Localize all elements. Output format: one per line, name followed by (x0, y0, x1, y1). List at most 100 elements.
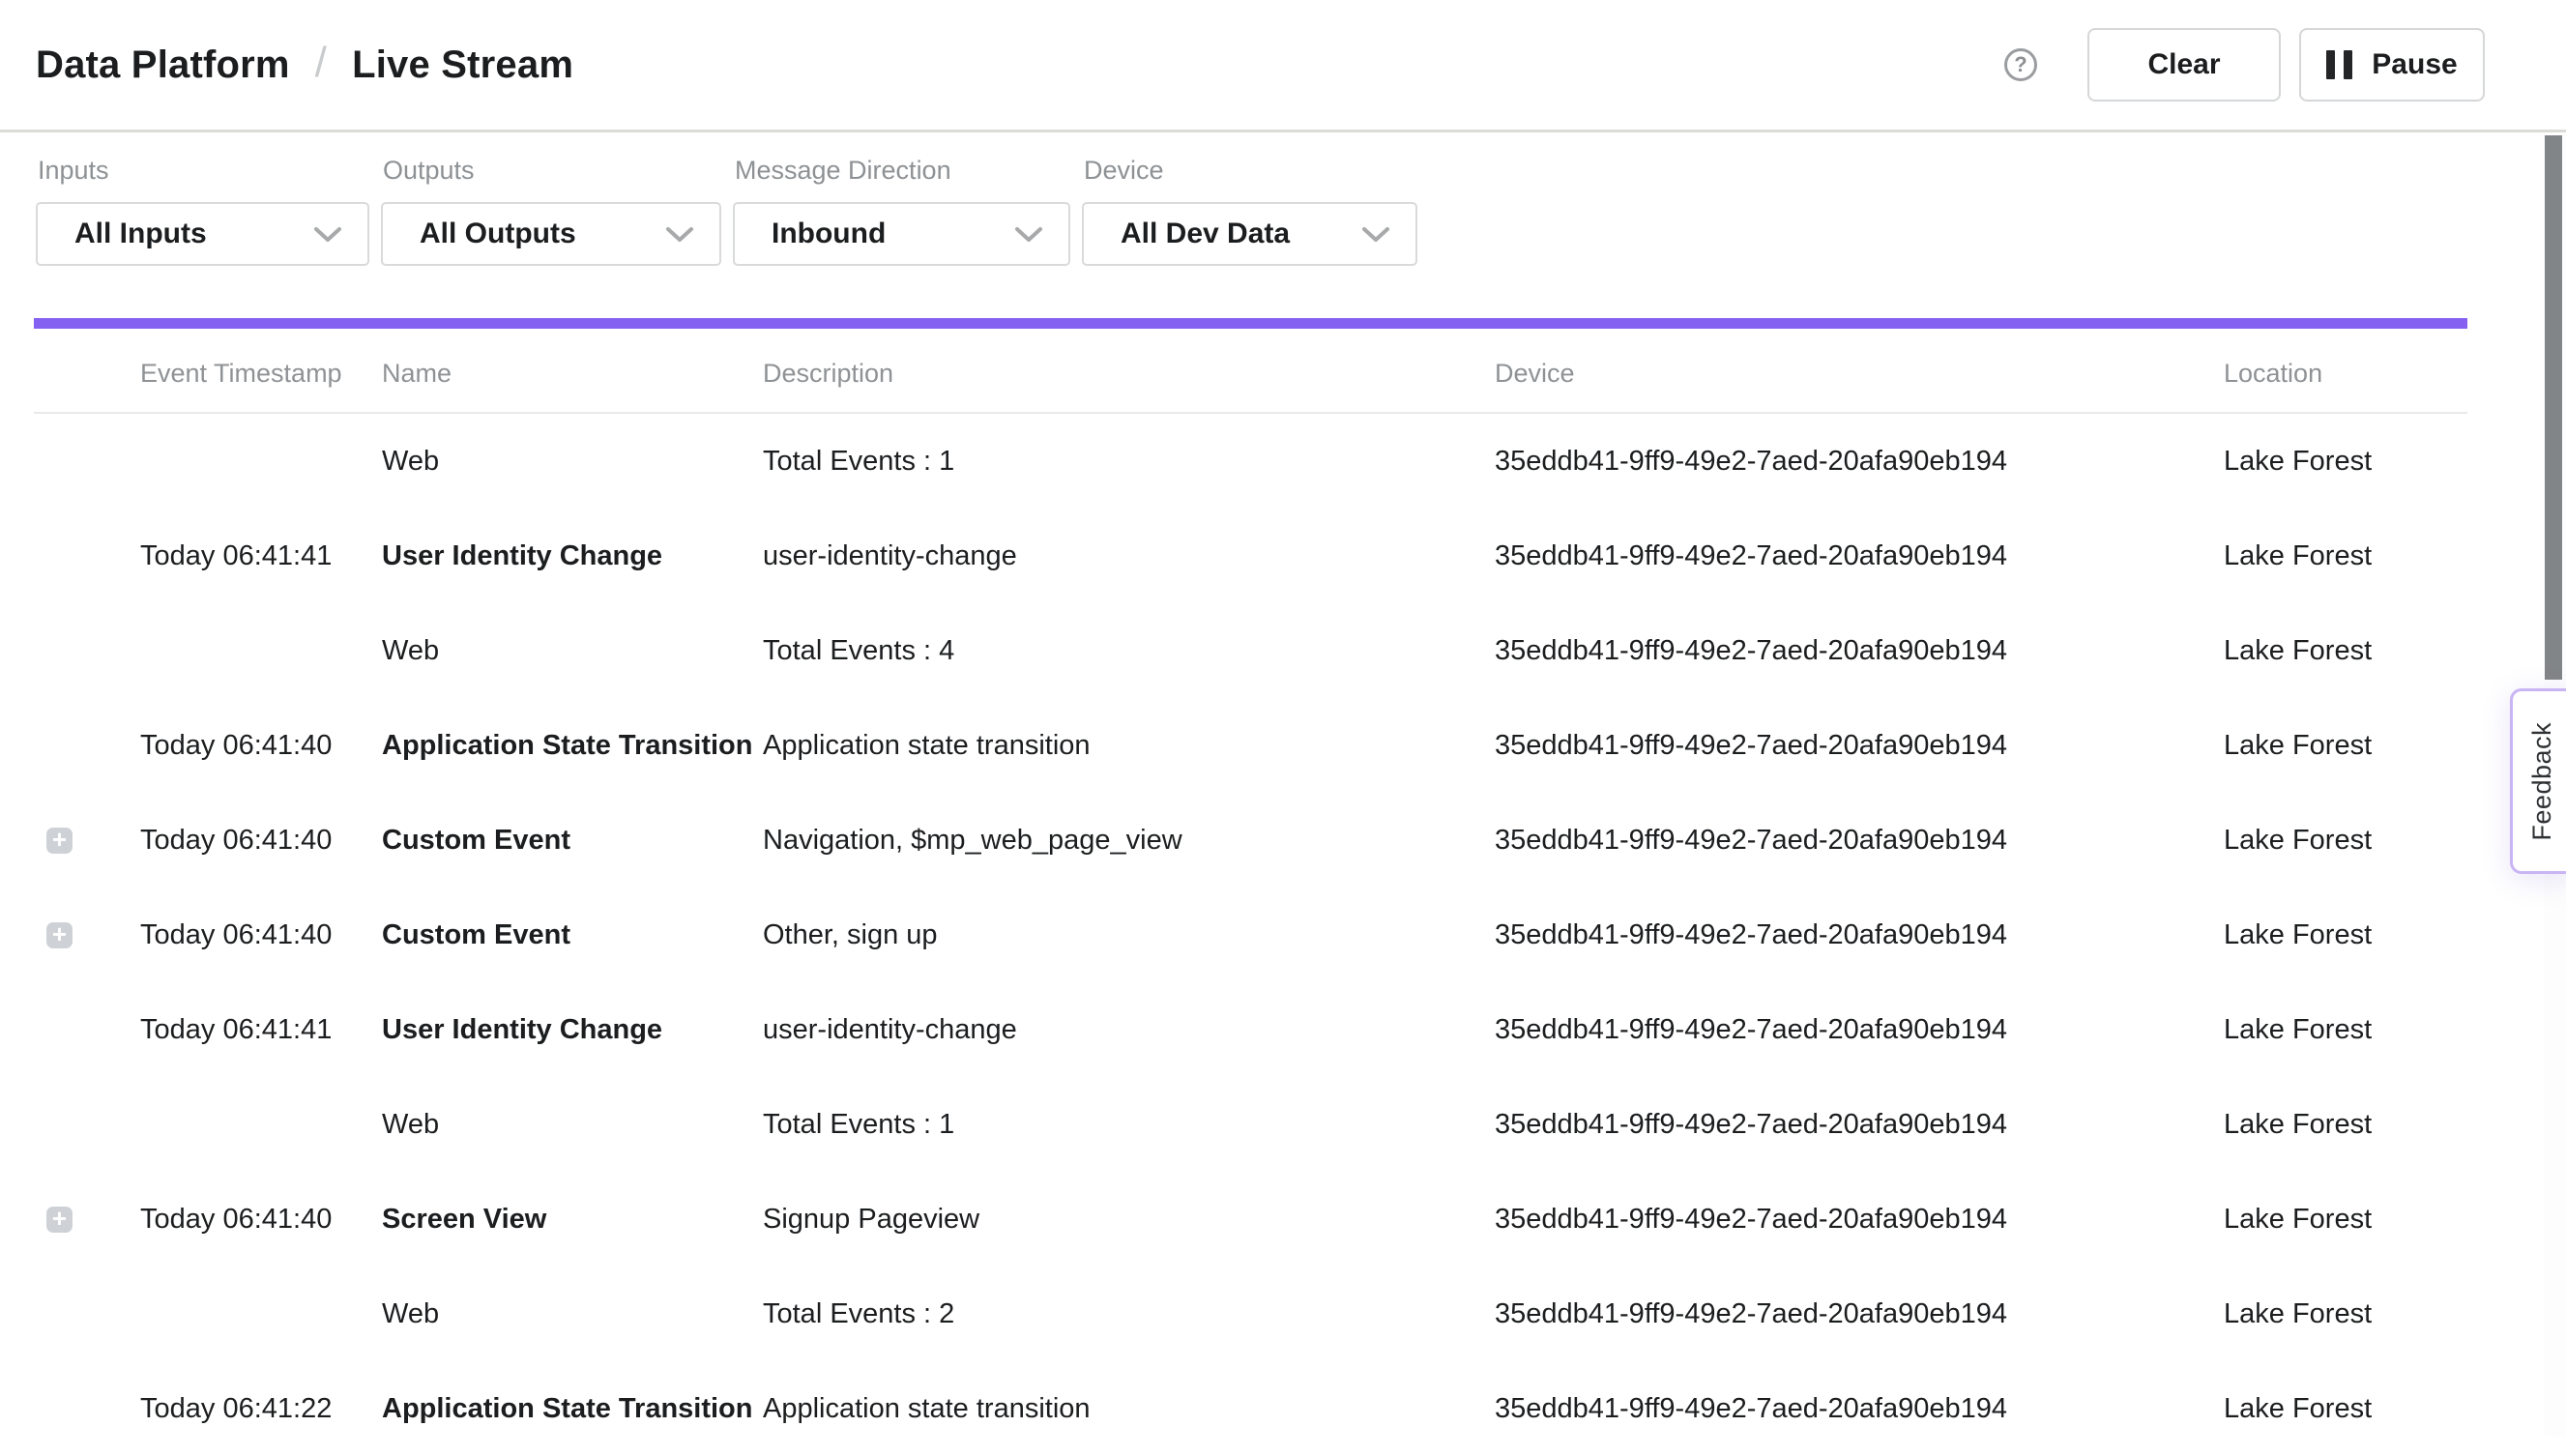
column-expand (34, 389, 140, 412)
event-device: 35eddb41-9ff9-49e2-7aed-20afa90eb194 (1495, 1108, 2224, 1142)
expand-cell: + (34, 922, 140, 948)
event-device: 35eddb41-9ff9-49e2-7aed-20afa90eb194 (1495, 445, 2224, 479)
column-event-timestamp: Event Timestamp (140, 360, 382, 412)
event-location: Lake Forest (2224, 1013, 2467, 1047)
event-location: Lake Forest (2224, 1203, 2467, 1237)
expand-button[interactable]: + (46, 922, 73, 948)
event-name: Screen View (382, 1203, 763, 1237)
message-direction-select[interactable]: Inbound (733, 202, 1070, 266)
table-row: + Web Total Events : 2 35eddb41-9ff9-49e… (34, 1267, 2467, 1361)
table-row: + Web Total Events : 4 35eddb41-9ff9-49e… (34, 603, 2467, 698)
event-timestamp: Today 06:41:40 (140, 1203, 382, 1237)
event-name: Web (382, 1108, 763, 1142)
column-device: Device (1495, 360, 2224, 412)
help-icon[interactable]: ? (2004, 48, 2037, 81)
selected-value: All Dev Data (1121, 218, 1290, 250)
event-name: User Identity Change (382, 1013, 763, 1047)
table-row: + Today 06:41:40 Custom Event Navigation… (34, 793, 2467, 888)
event-description: Total Events : 4 (763, 634, 1495, 668)
table-body: + Web Total Events : 1 35eddb41-9ff9-49e… (34, 414, 2467, 1456)
filter-device: Device All Dev Data (1082, 155, 1417, 266)
event-name: Application State Transition (382, 1392, 763, 1426)
event-name: Web (382, 445, 763, 479)
event-description: Total Events : 1 (763, 1108, 1495, 1142)
accent-bar (34, 318, 2467, 329)
breadcrumb-separator-icon: / (315, 39, 327, 87)
breadcrumb-section[interactable]: Data Platform (36, 44, 290, 87)
live-stream-page: Data Platform / Live Stream ? Clear Paus… (0, 0, 2566, 1437)
event-location: Lake Forest (2224, 445, 2467, 479)
chevron-down-icon (1361, 226, 1390, 243)
event-description: Navigation, $mp_web_page_view (763, 824, 1495, 858)
inputs-select[interactable]: All Inputs (36, 202, 369, 266)
event-location: Lake Forest (2224, 1392, 2467, 1426)
expand-cell: + (34, 543, 140, 569)
clear-button-label: Clear (2147, 48, 2220, 81)
table-row: + Today 06:41:40 Application State Trans… (34, 698, 2467, 793)
event-location: Lake Forest (2224, 539, 2467, 573)
filter-label: Outputs (383, 155, 721, 186)
outputs-select[interactable]: All Outputs (381, 202, 721, 266)
event-timestamp: Today 06:41:40 (140, 918, 382, 952)
expand-button[interactable]: + (46, 1207, 73, 1233)
event-location: Lake Forest (2224, 1297, 2467, 1331)
expand-cell: + (34, 828, 140, 854)
expand-button[interactable]: + (46, 828, 73, 854)
table-row: + Today 06:41:40 Custom Event Other, sig… (34, 888, 2467, 982)
event-device: 35eddb41-9ff9-49e2-7aed-20afa90eb194 (1495, 729, 2224, 763)
device-select[interactable]: All Dev Data (1082, 202, 1417, 266)
event-name: User Identity Change (382, 539, 763, 573)
table-row: + Today 06:41:41 User Identity Change us… (34, 982, 2467, 1077)
expand-cell: + (34, 1017, 140, 1043)
feedback-tab[interactable]: Feedback (2510, 688, 2566, 874)
event-name: Application State Transition (382, 729, 763, 763)
event-device: 35eddb41-9ff9-49e2-7aed-20afa90eb194 (1495, 634, 2224, 668)
help-glyph: ? (2014, 54, 2027, 75)
event-description: Application state transition (763, 729, 1495, 763)
pause-button-label: Pause (2372, 48, 2457, 81)
event-description: Total Events : 2 (763, 1297, 1495, 1331)
event-description: Application state transition (763, 1392, 1495, 1426)
table-row: + Today 06:41:22 Application State Trans… (34, 1361, 2467, 1456)
event-device: 35eddb41-9ff9-49e2-7aed-20afa90eb194 (1495, 1392, 2224, 1426)
event-timestamp: Today 06:41:41 (140, 1013, 382, 1047)
scrollbar-thumb[interactable] (2545, 135, 2562, 680)
filter-message-direction: Message Direction Inbound (733, 155, 1070, 266)
filter-label: Inputs (38, 155, 369, 186)
breadcrumb: Data Platform / Live Stream (36, 41, 573, 89)
filter-label: Device (1084, 155, 1417, 186)
table-row: + Web Total Events : 1 35eddb41-9ff9-49e… (34, 1077, 2467, 1172)
column-name: Name (382, 360, 763, 412)
feedback-tab-label: Feedback (2527, 722, 2557, 841)
selected-value: All Outputs (420, 218, 576, 250)
column-location: Location (2224, 360, 2467, 412)
plus-icon: + (52, 828, 67, 853)
expand-cell: + (34, 733, 140, 759)
event-name: Custom Event (382, 918, 763, 952)
event-description: Total Events : 1 (763, 445, 1495, 479)
event-device: 35eddb41-9ff9-49e2-7aed-20afa90eb194 (1495, 539, 2224, 573)
event-description: Signup Pageview (763, 1203, 1495, 1237)
expand-cell: + (34, 1112, 140, 1138)
event-timestamp: Today 06:41:40 (140, 729, 382, 763)
expand-cell: + (34, 1396, 140, 1422)
event-description: user-identity-change (763, 1013, 1495, 1047)
table-row: + Web Total Events : 1 35eddb41-9ff9-49e… (34, 414, 2467, 509)
clear-button[interactable]: Clear (2087, 28, 2281, 102)
pause-button[interactable]: Pause (2299, 28, 2485, 102)
event-timestamp: Today 06:41:22 (140, 1392, 382, 1426)
selected-value: All Inputs (74, 218, 207, 250)
event-location: Lake Forest (2224, 918, 2467, 952)
events-table: Event Timestamp Name Description Device … (34, 329, 2467, 1456)
event-location: Lake Forest (2224, 634, 2467, 668)
event-name: Web (382, 1297, 763, 1331)
filter-label: Message Direction (735, 155, 1070, 186)
event-name: Custom Event (382, 824, 763, 858)
plus-icon: + (52, 922, 67, 947)
page-title: Live Stream (352, 44, 573, 87)
selected-value: Inbound (772, 218, 886, 250)
pause-icon (2326, 50, 2352, 79)
expand-cell: + (34, 1207, 140, 1233)
event-device: 35eddb41-9ff9-49e2-7aed-20afa90eb194 (1495, 824, 2224, 858)
filters-bar: Inputs All Inputs Outputs All Outputs Me… (36, 155, 1417, 266)
